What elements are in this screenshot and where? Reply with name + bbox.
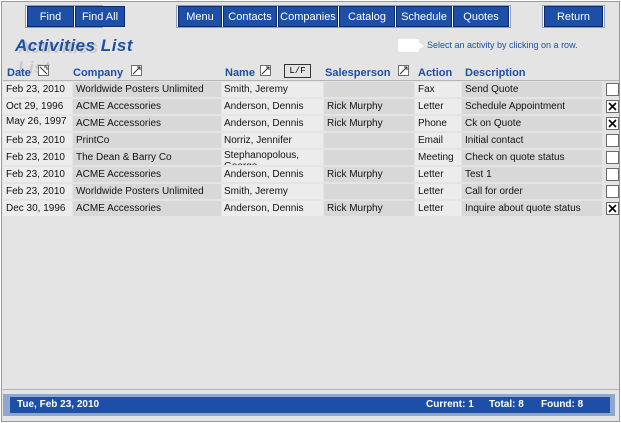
cell-description: Ck on Quote	[462, 116, 602, 131]
cell-salesperson	[324, 150, 414, 165]
cell-name: Smith, Jeremy	[222, 82, 323, 97]
contacts-button[interactable]: Contacts	[223, 6, 277, 27]
cell-action: Email	[415, 133, 461, 148]
status-found: Found: 8	[541, 399, 584, 410]
selection-hint: Select an activity by clicking on a row.	[427, 40, 578, 50]
cell-description: Send Quote	[462, 82, 602, 97]
status-bar-inner: Tue, Feb 23, 2010 Current: 1 Total: 8 Fo…	[10, 397, 610, 413]
return-button[interactable]: Return	[544, 6, 603, 27]
status-total: Total: 8	[489, 399, 524, 410]
cell-action: Meeting	[415, 150, 461, 165]
table-row[interactable]: Oct 29, 1996 ACME Accessories Anderson, …	[3, 98, 619, 115]
cell-date: Feb 23, 2010	[3, 167, 72, 182]
last-first-toggle-button[interactable]: L/F	[284, 64, 311, 78]
cell-description: Schedule Appointment	[462, 99, 602, 114]
table-row[interactable]: May 26, 1997 ACME Accessories Anderson, …	[3, 115, 619, 132]
cell-action: Letter	[415, 99, 461, 114]
cell-salesperson: Rick Murphy	[324, 116, 414, 131]
status-date: Tue, Feb 23, 2010	[17, 399, 100, 410]
row-checkbox[interactable]	[606, 100, 619, 113]
row-checkbox[interactable]	[606, 134, 619, 147]
sort-date-icon[interactable]	[38, 65, 49, 76]
cell-name: Smith, Jeremy	[222, 184, 323, 199]
cell-name: Anderson, Dennis	[222, 167, 323, 182]
column-header-action: Action	[418, 67, 453, 79]
row-checkbox[interactable]	[606, 151, 619, 164]
cell-company: The Dean & Barry Co	[73, 150, 221, 165]
row-checkbox[interactable]	[606, 168, 619, 181]
cell-action: Fax	[415, 82, 461, 97]
cell-company: ACME Accessories	[73, 201, 221, 216]
cell-date: Oct 29, 1996	[3, 99, 72, 114]
cell-action: Letter	[415, 184, 461, 199]
catalog-button[interactable]: Catalog	[339, 6, 395, 27]
cell-company: ACME Accessories	[73, 116, 221, 131]
cell-action: Letter	[415, 167, 461, 182]
cell-description: Initial contact	[462, 133, 602, 148]
find-all-button[interactable]: Find All	[75, 6, 125, 27]
table-row[interactable]: Feb 23, 2010 The Dean & Barry Co Stephan…	[3, 149, 619, 166]
cell-salesperson: Rick Murphy	[324, 99, 414, 114]
quotes-button[interactable]: Quotes	[453, 6, 509, 27]
table-row[interactable]: Feb 23, 2010 PrintCo Norriz, Jennifer Em…	[3, 132, 619, 149]
row-checkbox[interactable]	[606, 117, 619, 130]
sort-salesperson-icon[interactable]	[398, 65, 409, 76]
status-bar: Tue, Feb 23, 2010 Current: 1 Total: 8 Fo…	[3, 394, 615, 416]
cell-salesperson: Rick Murphy	[324, 167, 414, 182]
cell-salesperson	[324, 133, 414, 148]
table-row[interactable]: Feb 23, 2010 ACME Accessories Anderson, …	[3, 166, 619, 183]
sort-name-icon[interactable]	[260, 65, 271, 76]
cell-description: Check on quote status	[462, 150, 602, 165]
menu-button[interactable]: Menu	[178, 6, 222, 27]
cell-date: Feb 23, 2010	[3, 184, 72, 199]
schedule-button[interactable]: Schedule	[396, 6, 452, 27]
column-header-description: Description	[465, 67, 526, 79]
cell-action: Letter	[415, 201, 461, 216]
page-title: Activities List Activities List	[15, 36, 134, 77]
cell-company: Worldwide Posters Unlimited	[73, 184, 221, 199]
cell-salesperson	[324, 82, 414, 97]
cell-company: ACME Accessories	[73, 99, 221, 114]
cell-salesperson	[324, 184, 414, 199]
cell-company: Worldwide Posters Unlimited	[73, 82, 221, 97]
cell-name: Anderson, Dennis	[222, 99, 323, 114]
pointer-hand-icon	[398, 39, 424, 52]
column-header-name[interactable]: Name	[225, 67, 255, 79]
cell-company: PrintCo	[73, 133, 221, 148]
row-checkbox[interactable]	[606, 202, 619, 215]
cell-date: Dec 30, 1996	[3, 201, 72, 216]
cell-description: Test 1	[462, 167, 602, 182]
cell-description: Call for order	[462, 184, 602, 199]
row-checkbox[interactable]	[606, 185, 619, 198]
find-button[interactable]: Find	[27, 6, 74, 27]
cell-date: Feb 23, 2010	[3, 133, 72, 148]
table-row[interactable]: Feb 23, 2010 Worldwide Posters Unlimited…	[3, 81, 619, 98]
cell-salesperson: Rick Murphy	[324, 201, 414, 216]
cell-name: Anderson, Dennis	[222, 201, 323, 216]
cell-date: May 26, 1997	[3, 116, 72, 131]
status-current: Current: 1	[426, 399, 474, 410]
table-row[interactable]: Dec 30, 1996 ACME Accessories Anderson, …	[3, 200, 619, 217]
table-row[interactable]: Feb 23, 2010 Worldwide Posters Unlimited…	[3, 183, 619, 200]
cell-action: Phone	[415, 116, 461, 131]
list-bottom-divider	[3, 389, 619, 390]
cell-name: Norriz, Jennifer	[222, 133, 323, 148]
page-title-text: Activities List	[15, 36, 134, 55]
cell-company: ACME Accessories	[73, 167, 221, 182]
companies-button[interactable]: Companies	[278, 6, 338, 27]
cell-date: Feb 23, 2010	[3, 82, 72, 97]
sort-company-icon[interactable]	[131, 65, 142, 76]
cell-date: Feb 23, 2010	[3, 150, 72, 165]
cell-name: Stephanopolous, George	[222, 150, 323, 165]
cell-name: Anderson, Dennis	[222, 116, 323, 131]
column-header-company[interactable]: Company	[73, 67, 123, 79]
cell-description: Inquire about quote status	[462, 201, 602, 216]
column-header-salesperson[interactable]: Salesperson	[325, 67, 390, 79]
row-checkbox[interactable]	[606, 83, 619, 96]
column-header-date[interactable]: Date	[7, 67, 31, 79]
